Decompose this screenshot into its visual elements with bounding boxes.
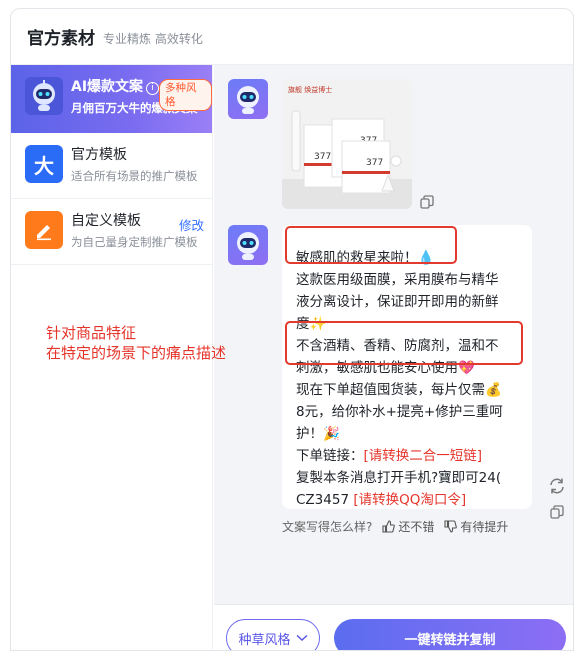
thumbs-down-button[interactable]: 有待提升 <box>444 518 508 535</box>
sidebar-item-label: 官方模板 <box>71 147 127 163</box>
robot-icon <box>25 77 63 115</box>
sidebar-item-desc: 为自己量身定制推广模板 <box>71 235 198 249</box>
sidebar-item-label: AI爆款文案 <box>71 79 144 95</box>
message-line: 液分离设计，保证即开即用的新鲜 <box>296 294 499 310</box>
message-line: 下单链接：[请转换二合一短链] <box>296 448 483 464</box>
page-subtitle: 专业精炼 高效转化 <box>103 31 203 46</box>
convert-copy-button[interactable]: 一键转链并复制 <box>334 619 566 650</box>
info-icon[interactable]: i <box>146 82 160 95</box>
svg-text:377: 377 <box>314 152 331 162</box>
sidebar-item-official-template[interactable]: 大 官方模板 适合所有场景的推广模板 <box>11 133 212 199</box>
refresh-icon[interactable] <box>548 477 566 495</box>
message-line: 现在下单超值囤货装，每片仅需💰 <box>296 382 502 398</box>
feedback-bar: 文案写得怎么样? 还不错 有待提升 <box>282 518 508 535</box>
multi-style-badge: 多种风格 <box>159 79 212 111</box>
copy-icon[interactable] <box>550 505 564 519</box>
template-icon: 大 <box>25 145 63 183</box>
highlight-box <box>285 321 523 365</box>
bot-avatar <box>228 79 268 119</box>
sidebar-item-ai-copy[interactable]: AI爆款文案 i 月佣百万大牛的爆款文案 多种风格 <box>11 65 212 133</box>
thumbs-up-icon <box>382 520 396 533</box>
short-link-placeholder: [请转换二合一短链] <box>363 448 483 464</box>
message-line: CZ3457 [请转换QQ淘口令] <box>296 492 467 508</box>
sidebar-item-custom-template[interactable]: 自定义模板 为自己量身定制推广模板 修改 <box>11 199 212 265</box>
message-line: 复製本条消息打开手机?寶即可24( <box>296 470 502 486</box>
chevron-down-icon <box>295 634 308 642</box>
thumbs-down-icon <box>444 520 458 533</box>
message-line: 8元，给你补水+提亮+修护三重呵 <box>296 404 503 420</box>
feedback-question: 文案写得怎么样? <box>282 520 373 534</box>
svg-text:377: 377 <box>366 158 383 168</box>
product-image[interactable]: 旗舰 焕益博士 377 377 377 <box>282 79 412 209</box>
copy-icon[interactable] <box>420 195 434 209</box>
highlight-box <box>285 226 457 264</box>
page-title: 官方素材 <box>27 29 95 49</box>
svg-text:旗舰 焕益博士: 旗舰 焕益博士 <box>288 85 332 94</box>
bottom-toolbar: 种草风格 一键转链并复制 <box>214 604 573 650</box>
message-line: 这款医用级面膜，采用膜布与精华 <box>296 272 499 288</box>
thumbs-up-button[interactable]: 还不错 <box>382 518 434 535</box>
annotation-text: 针对商品特征 在特定的场景下的痛点描述 <box>46 324 227 362</box>
modify-link[interactable]: 修改 <box>179 215 204 234</box>
message-line: 护！🎉 <box>296 426 340 442</box>
bot-avatar <box>228 225 268 265</box>
panel-header: 官方素材 专业精炼 高效转化 <box>11 9 573 65</box>
qq-command-placeholder: [请转换QQ淘口令] <box>353 492 467 508</box>
edit-pen-icon <box>25 211 63 249</box>
style-select[interactable]: 种草风格 <box>226 619 320 650</box>
sidebar-item-desc: 适合所有场景的推广模板 <box>71 169 198 183</box>
generated-copy-message[interactable]: 敏感肌的救星来啦！💧 这款医用级面膜，采用膜布与精华 液分离设计，保证即开即用的… <box>282 225 532 509</box>
